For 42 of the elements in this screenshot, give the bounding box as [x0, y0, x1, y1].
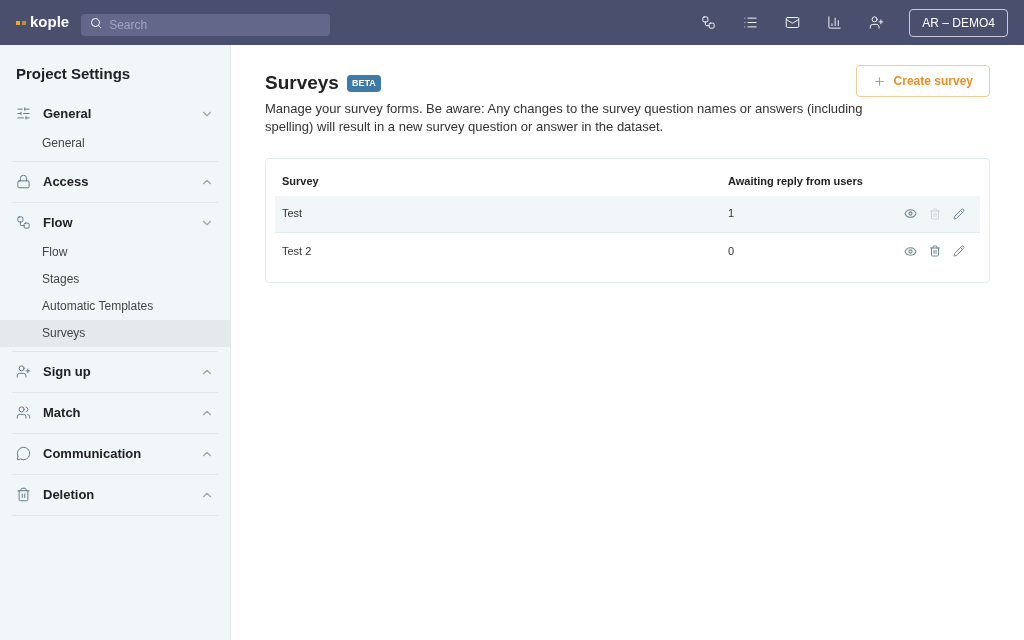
sidebar-title: Project Settings: [15, 64, 132, 84]
sidebar-item[interactable]: Surveys: [0, 319, 230, 347]
table-cell-text: 1: [728, 206, 736, 222]
lock-icon: [16, 174, 31, 189]
column-header: Survey: [282, 174, 320, 190]
page-title: Surveys: [265, 71, 339, 95]
sidebar-section[interactable]: Communication: [12, 437, 218, 470]
flow-icon: [16, 215, 31, 230]
search-field[interactable]: Search: [81, 13, 331, 36]
trash-icon: [16, 487, 31, 502]
table-row[interactable]: Test 1: [275, 195, 980, 233]
logo-dots-icon: [16, 20, 26, 25]
column-header: Awaiting reply from users: [728, 174, 863, 190]
sidebar-item[interactable]: Flow: [0, 238, 230, 266]
view-icon[interactable]: [904, 207, 917, 220]
edit-icon[interactable]: [953, 207, 965, 220]
table-cell-text: Test: [282, 206, 304, 222]
users-icon: [16, 405, 31, 420]
chat-bubble-icon: [16, 446, 31, 461]
sidebar-section[interactable]: General: [12, 97, 218, 130]
view-icon[interactable]: [904, 244, 917, 258]
person-plus-icon: [16, 364, 31, 379]
beta-label: BETA: [346, 74, 381, 92]
plus-icon: [872, 74, 886, 88]
table-cell-text: 0: [728, 243, 736, 259]
sidebar-item[interactable]: Stages: [0, 265, 230, 293]
search-icon: [90, 16, 103, 29]
table-row[interactable]: Test 2 0: [275, 232, 980, 270]
edit-icon[interactable]: [953, 245, 965, 257]
sidebar-section[interactable]: Deletion: [12, 478, 218, 511]
description: Manage your survey forms. Be aware: Any changes to the survey question names or answers (including spelling) will result in a new survey question or answer in the dataset.: [265, 99, 864, 136]
logo[interactable]: kople: [30, 11, 70, 34]
sliders-icon: [16, 106, 31, 121]
account-button[interactable]: AR – DEMO4: [909, 8, 1008, 37]
sidebar-item[interactable]: General: [0, 129, 230, 157]
sidebar-item[interactable]: Automatic Templates: [0, 292, 230, 320]
sidebar-section[interactable]: Access: [12, 165, 218, 198]
sidebar-section[interactable]: Flow: [12, 206, 218, 239]
table-cell-text: Test 2: [282, 243, 313, 259]
delete-icon[interactable]: [929, 245, 941, 257]
sidebar-section[interactable]: Match: [12, 396, 218, 429]
sidebar-section[interactable]: Sign up: [12, 355, 218, 388]
